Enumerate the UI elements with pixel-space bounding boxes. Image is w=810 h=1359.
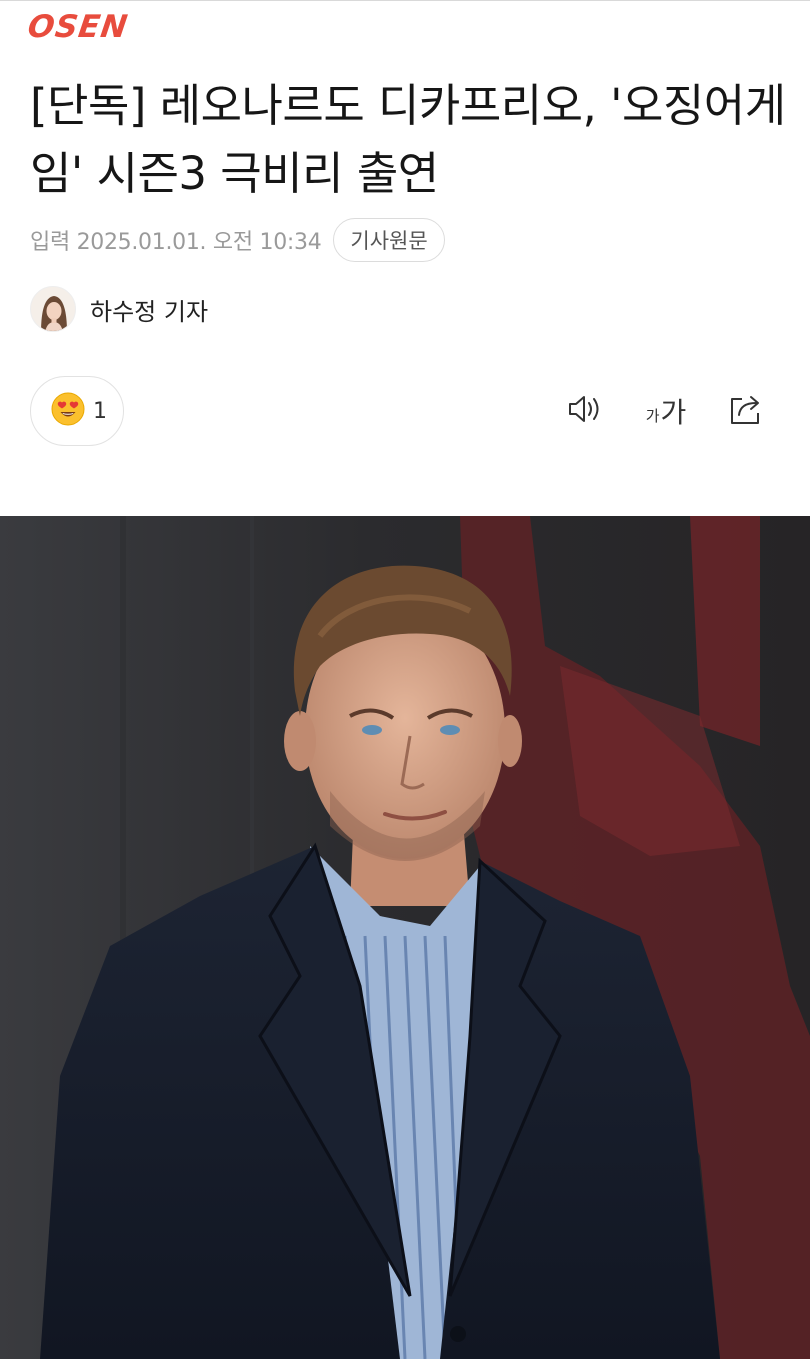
article-headline: [단독] 레오나르도 디카프리오, '오징어게임' 시즌3 극비리 출연 (30, 79, 786, 200)
reaction-count: 1 (93, 398, 107, 424)
article-page: OSEN [단독] 레오나르도 디카프리오, '오징어게임' 시즌3 극비리 출… (0, 0, 810, 1359)
heart-eyes-emoji-icon (51, 392, 85, 430)
speaker-icon (565, 392, 605, 430)
author-row[interactable]: 하수정 기자 (30, 285, 208, 333)
share-button[interactable] (724, 388, 768, 434)
share-icon (726, 391, 766, 431)
author-name: 하수정 기자 (90, 297, 209, 326)
article-photo[interactable] (0, 516, 810, 1359)
author-avatar (30, 286, 76, 332)
font-size-small-label: 가 (645, 406, 660, 425)
original-article-button[interactable]: 기사원문 (333, 218, 445, 262)
text-to-speech-button[interactable] (562, 388, 608, 434)
published-date: 입력 2025.01.01. 오전 10:34 (30, 230, 322, 255)
article-meta: 입력 2025.01.01. 오전 10:34 기사원문 (30, 218, 445, 262)
font-size-button[interactable]: 가 가 (640, 388, 692, 434)
top-divider (0, 0, 810, 1)
font-size-large-label: 가 (660, 396, 687, 429)
reaction-button[interactable]: 1 (30, 376, 124, 446)
osen-logo[interactable]: OSEN (25, 9, 130, 45)
